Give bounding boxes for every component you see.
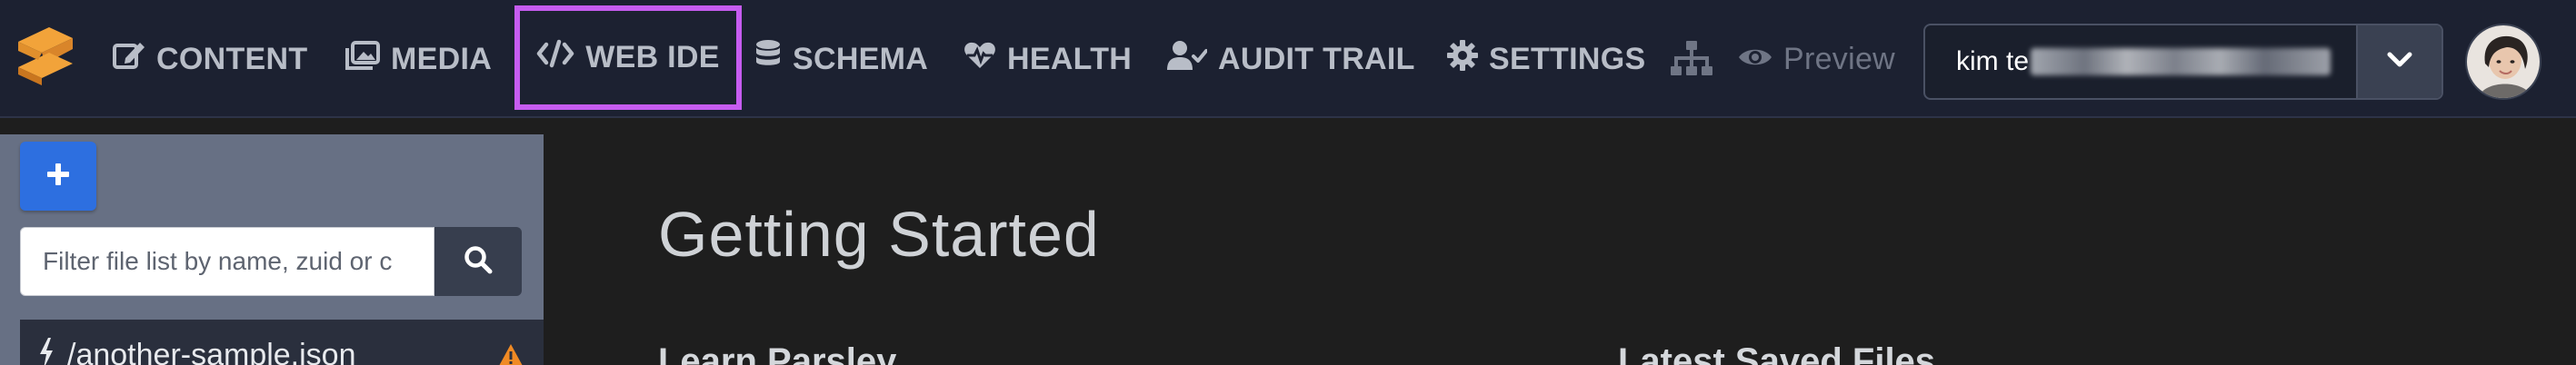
nav-audit-trail[interactable]: AUDIT TRAIL xyxy=(1167,0,1415,118)
user-name: kim te xyxy=(1956,46,2030,76)
file-name: /another-sample.json xyxy=(67,338,356,365)
nav-schema-label: SCHEMA xyxy=(793,41,929,76)
redacted-text xyxy=(2031,48,2331,75)
nav-content[interactable]: CONTENT xyxy=(113,0,307,118)
bolt-icon xyxy=(38,338,55,365)
file-list: /another-sample.json xyxy=(20,320,544,365)
add-file-button[interactable] xyxy=(20,142,96,211)
page-title: Getting Started xyxy=(658,199,1100,270)
file-filter-input[interactable] xyxy=(20,227,434,296)
top-navigation: CONTENT MEDIA WEB IDE SCHEMA HEALTH AUDI… xyxy=(0,0,2576,118)
list-item[interactable]: /another-sample.json xyxy=(20,320,544,365)
database-icon xyxy=(754,39,782,80)
images-icon xyxy=(345,40,380,78)
eye-icon xyxy=(1738,42,1772,77)
nav-settings[interactable]: SETTINGS xyxy=(1447,0,1645,118)
sitemap-icon[interactable] xyxy=(1671,41,1712,77)
heartbeat-icon xyxy=(964,41,996,78)
nav-web-ide[interactable]: WEB IDE xyxy=(514,5,742,110)
nav-content-label: CONTENT xyxy=(156,41,308,76)
avatar[interactable] xyxy=(2465,24,2541,100)
user-select[interactable]: kim te xyxy=(1923,24,2443,100)
search-button[interactable] xyxy=(434,227,522,296)
preview-label: Preview xyxy=(1783,41,1896,76)
nav-web-ide-label: WEB IDE xyxy=(585,40,720,74)
section-learn-parsley: Learn Parsley xyxy=(658,341,897,365)
plus-icon xyxy=(46,163,70,191)
file-sidebar: /another-sample.json xyxy=(0,134,544,365)
nav-media[interactable]: MEDIA xyxy=(345,0,492,118)
logo-icon[interactable] xyxy=(15,24,76,87)
user-select-value: kim te xyxy=(1925,25,2356,98)
main-content: Getting Started Learn Parsley Latest Sav… xyxy=(544,120,2576,365)
user-check-icon xyxy=(1167,40,1208,79)
nav-settings-label: SETTINGS xyxy=(1489,41,1646,76)
preview-link[interactable]: Preview xyxy=(1738,0,1895,118)
nav-audit-trail-label: AUDIT TRAIL xyxy=(1218,41,1415,76)
chevron-down-icon xyxy=(2386,51,2413,74)
warning-icon xyxy=(498,340,524,365)
user-select-toggle[interactable] xyxy=(2356,25,2441,98)
edit-icon xyxy=(113,40,145,79)
gear-icon xyxy=(1447,39,1478,79)
section-latest-saved-files: Latest Saved Files xyxy=(1618,341,1936,365)
nav-media-label: MEDIA xyxy=(391,41,493,76)
code-icon xyxy=(536,39,574,76)
nav-health-label: HEALTH xyxy=(1007,41,1133,76)
nav-schema[interactable]: SCHEMA xyxy=(754,0,928,118)
search-icon xyxy=(464,245,493,279)
nav-health[interactable]: HEALTH xyxy=(964,0,1132,118)
